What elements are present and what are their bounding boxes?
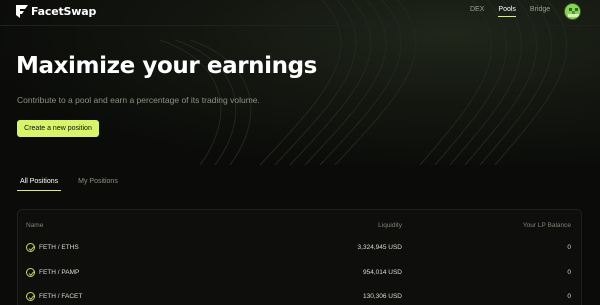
top-navbar: FacetSwap DEX Pools Bridge [0,0,600,25]
verified-check-icon [26,292,35,301]
pool-name: FETH / FACET [39,293,83,300]
nav-links: DEX Pools Bridge [470,6,564,17]
avatar-image-icon [565,4,580,19]
brand-name: FacetSwap [31,5,97,18]
verified-check-icon [26,267,35,277]
page-title: Maximize your earnings [16,53,317,79]
pool-name: FETH / PAMP [39,268,80,276]
nav-link-dex[interactable]: DEX [470,6,484,17]
tab-all-positions[interactable]: All Positions [17,178,62,191]
position-tabs: All Positions My Positions [17,178,121,191]
pool-lp-balance: 0 [567,244,571,251]
nav-divider [0,25,600,26]
pool-name: FETH / ETHS [39,244,79,251]
tab-my-positions[interactable]: My Positions [75,178,121,191]
page-subtitle: Contribute to a pool and earn a percenta… [17,95,260,105]
brand-logo[interactable]: FacetSwap [16,5,96,18]
nav-link-bridge[interactable]: Bridge [530,6,550,17]
pool-lp-balance: 0 [567,293,571,300]
create-position-button[interactable]: Create a new position [17,120,99,137]
nav-link-pools[interactable]: Pools [498,6,516,17]
column-header-balance[interactable]: Your LP Balance [523,222,571,229]
pools-table: Name Liquidity Your LP Balance FETH / ET… [17,209,582,305]
pool-liquidity: 3,324,945 USD [357,244,402,251]
table-row[interactable]: FETH / PAMP 954,014 USD 0 [18,265,581,290]
facet-logo-icon [16,5,28,18]
pool-lp-balance: 0 [567,268,571,276]
column-header-liquidity[interactable]: Liquidity [378,222,402,229]
table-header: Name Liquidity Your LP Balance [18,210,581,240]
table-row[interactable]: FETH / FACET 130,306 USD 0 [18,289,581,305]
verified-check-icon [26,243,35,252]
column-header-name[interactable]: Name [26,222,43,229]
pool-liquidity: 954,014 USD [362,268,402,276]
table-row[interactable]: FETH / ETHS 3,324,945 USD 0 [18,240,581,265]
avatar[interactable] [564,3,581,20]
pool-liquidity: 130,306 USD [362,293,402,300]
